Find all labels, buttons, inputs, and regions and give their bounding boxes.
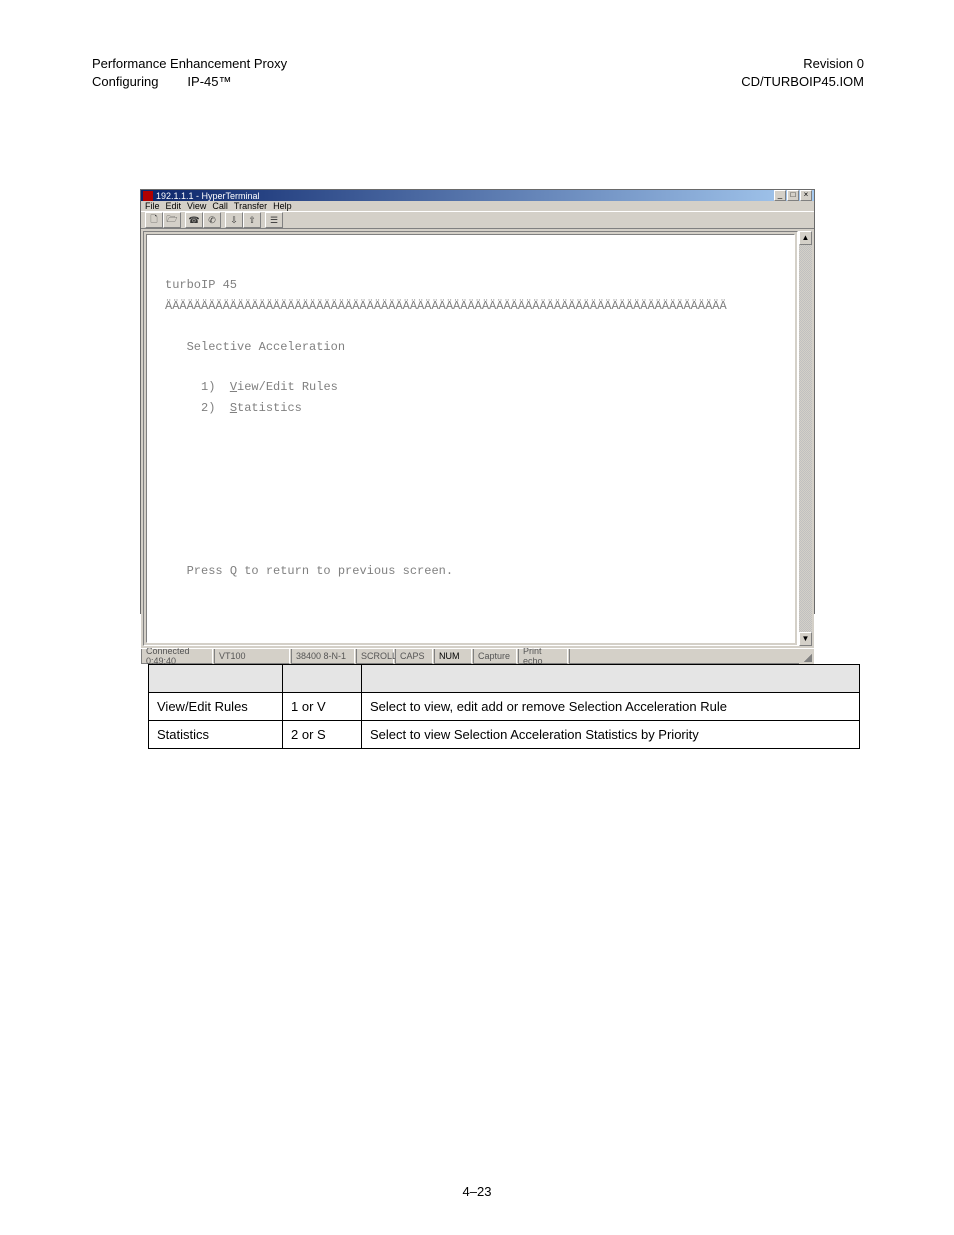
terminal[interactable]: turboIP 45 ÄÄÄÄÄÄÄÄÄÄÄÄÄÄÄÄÄÄÄÄÄÄÄÄÄÄÄÄÄ… [146, 234, 795, 643]
cell-key: 1 or V [283, 693, 362, 721]
header-left: Performance Enhancement Proxy Configurin… [92, 55, 287, 90]
term-opt1-num: 1) [201, 380, 215, 394]
header-revision: Revision 0 [741, 55, 864, 73]
titlebar-title: 192.1.1.1 - HyperTerminal [143, 191, 260, 201]
term-title: turboIP 45 [165, 278, 237, 292]
minimize-button[interactable]: _ [774, 190, 786, 201]
terminal-wrap: turboIP 45 ÄÄÄÄÄÄÄÄÄÄÄÄÄÄÄÄÄÄÄÄÄÄÄÄÄÄÄÄÄ… [143, 231, 798, 646]
menu-transfer[interactable]: Transfer [234, 201, 267, 211]
menu-edit[interactable]: Edit [166, 201, 182, 211]
header-product: IP-45™ [187, 74, 231, 89]
scroll-track[interactable] [799, 245, 812, 632]
status-settings: 38400 8-N-1 [291, 649, 355, 664]
page-number: 4–23 [0, 1184, 954, 1199]
phone-icon[interactable]: ☎ [185, 212, 203, 228]
cell-key: 2 or S [283, 721, 362, 749]
terminal-content: turboIP 45 ÄÄÄÄÄÄÄÄÄÄÄÄÄÄÄÄÄÄÄÄÄÄÄÄÄÄÄÄÄ… [165, 275, 776, 581]
statusbar: Connected 0:49:40 VT100 38400 8-N-1 SCRO… [141, 648, 814, 664]
options-table: View/Edit Rules 1 or V Select to view, e… [148, 664, 860, 749]
close-button[interactable]: × [800, 190, 812, 201]
cell-name: View/Edit Rules [149, 693, 283, 721]
status-printecho: Print echo [518, 649, 568, 664]
header-configuring: Configuring [92, 74, 159, 89]
term-opt1-label: iew/Edit Rules [237, 380, 338, 394]
menubar: File Edit View Call Transfer Help [141, 201, 814, 211]
resize-grip-icon[interactable] [800, 649, 814, 664]
toolbar: 🗋 🗁 ☎ ✆ ⇩ ⇧ ☰ [141, 211, 814, 229]
cell-desc: Select to view Selection Acceleration St… [362, 721, 860, 749]
properties-icon[interactable]: ☰ [265, 212, 283, 228]
status-connected: Connected 0:49:40 [141, 649, 213, 664]
new-doc-icon[interactable]: 🗋 [145, 212, 163, 228]
menu-call[interactable]: Call [212, 201, 228, 211]
term-opt2-label: tatistics [237, 401, 302, 415]
menu-view[interactable]: View [187, 201, 206, 211]
term-heading: Selective Acceleration [187, 340, 345, 354]
menu-help[interactable]: Help [273, 201, 292, 211]
status-capture: Capture [473, 649, 517, 664]
term-divider: ÄÄÄÄÄÄÄÄÄÄÄÄÄÄÄÄÄÄÄÄÄÄÄÄÄÄÄÄÄÄÄÄÄÄÄÄÄÄÄÄ… [165, 299, 727, 313]
window-title: 192.1.1.1 - HyperTerminal [156, 191, 260, 201]
table-row: Statistics 2 or S Select to view Selecti… [149, 721, 860, 749]
table-header-1 [149, 665, 283, 693]
scroll-down-icon[interactable]: ▼ [799, 632, 812, 646]
table-row: View/Edit Rules 1 or V Select to view, e… [149, 693, 860, 721]
status-flex [569, 649, 799, 664]
status-emulation: VT100 [214, 649, 290, 664]
term-opt2-num: 2) [201, 401, 215, 415]
send-icon[interactable]: ⇩ [225, 212, 243, 228]
receive-icon[interactable]: ⇧ [243, 212, 261, 228]
status-scroll: SCROLL [356, 649, 394, 664]
table-header-2 [283, 665, 362, 693]
term-footer: Press Q to return to previous screen. [187, 564, 453, 578]
terminal-body: turboIP 45 ÄÄÄÄÄÄÄÄÄÄÄÄÄÄÄÄÄÄÄÄÄÄÄÄÄÄÄÄÄ… [141, 229, 814, 648]
titlebar[interactable]: 192.1.1.1 - HyperTerminal _ □ × [141, 190, 814, 201]
table-header-row [149, 665, 860, 693]
cell-desc: Select to view, edit add or remove Selec… [362, 693, 860, 721]
status-num: NUM [434, 649, 472, 664]
scroll-up-icon[interactable]: ▲ [799, 231, 812, 245]
app-icon [143, 191, 153, 201]
maximize-button[interactable]: □ [787, 190, 799, 201]
scrollbar[interactable]: ▲ ▼ [798, 231, 812, 646]
hangup-icon[interactable]: ✆ [203, 212, 221, 228]
hyperterminal-window: 192.1.1.1 - HyperTerminal _ □ × File Edi… [140, 189, 815, 614]
status-caps: CAPS [395, 649, 433, 664]
document-header: Performance Enhancement Proxy Configurin… [0, 0, 954, 90]
table-header-3 [362, 665, 860, 693]
header-docid: CD/TURBOIP45.IOM [741, 73, 864, 91]
cell-name: Statistics [149, 721, 283, 749]
header-right: Revision 0 CD/TURBOIP45.IOM [741, 55, 864, 90]
open-icon[interactable]: 🗁 [163, 212, 181, 228]
window-buttons: _ □ × [774, 190, 812, 201]
menu-file[interactable]: File [145, 201, 160, 211]
header-title: Performance Enhancement Proxy [92, 55, 287, 73]
header-subline: Configuring IP-45™ [92, 73, 287, 91]
